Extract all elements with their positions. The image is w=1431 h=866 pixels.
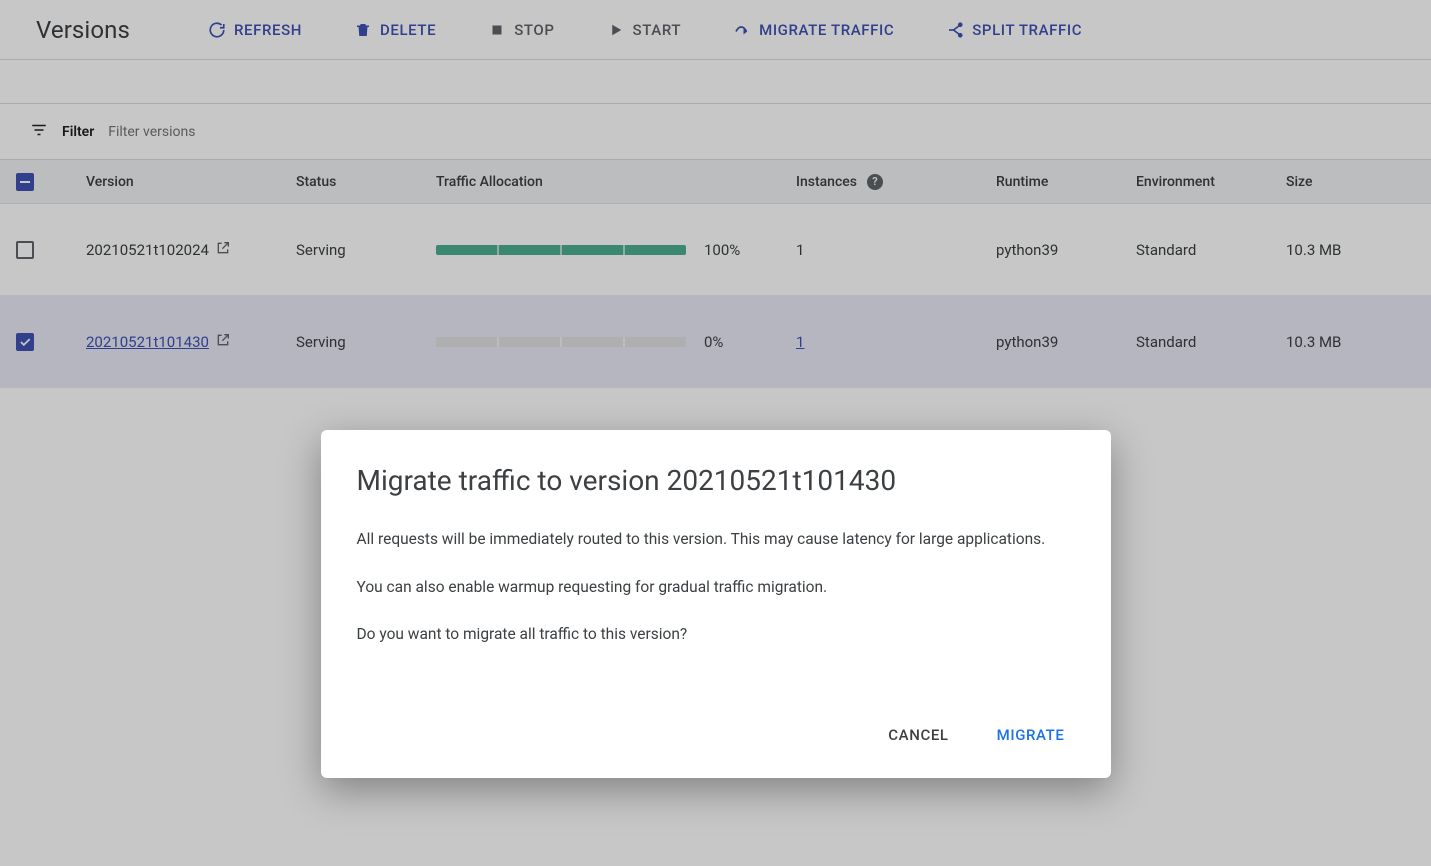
page-title: Versions (36, 16, 130, 44)
col-environment[interactable]: Environment (1136, 174, 1286, 190)
traffic-percent: 100% (704, 241, 740, 259)
versions-table: Version Status Traffic Allocation Instan… (0, 160, 1431, 388)
row-checkbox[interactable] (16, 333, 34, 351)
filter-label: Filter (62, 124, 94, 140)
status-cell: Serving (296, 333, 436, 351)
stop-button[interactable]: Stop (474, 13, 568, 47)
refresh-button[interactable]: Refresh (194, 13, 316, 47)
delete-label: Delete (380, 21, 436, 39)
col-size[interactable]: Size (1286, 174, 1396, 190)
traffic-percent: 0% (704, 333, 723, 351)
refresh-icon (208, 21, 226, 39)
dialog-paragraph: You can also enable warmup requesting fo… (357, 575, 1075, 601)
runtime-cell: python39 (996, 333, 1136, 351)
start-label: Start (633, 21, 682, 39)
instances-value[interactable]: 1 (796, 333, 804, 351)
col-status[interactable]: Status (296, 174, 436, 190)
col-traffic[interactable]: Traffic Allocation (436, 174, 796, 190)
migrate-traffic-dialog: Migrate traffic to version 20210521t1014… (321, 430, 1111, 778)
secondary-bar (0, 60, 1431, 104)
migrate-label: Migrate Traffic (759, 21, 894, 39)
play-icon (607, 21, 625, 39)
split-icon (946, 21, 964, 39)
dialog-title: Migrate traffic to version 20210521t1014… (357, 464, 1075, 497)
traffic-bar (436, 337, 686, 347)
delete-button[interactable]: Delete (340, 13, 450, 47)
col-version[interactable]: Version (86, 174, 296, 190)
traffic-bar (436, 245, 686, 255)
size-cell: 10.3 MB (1286, 333, 1396, 351)
status-cell: Serving (296, 241, 436, 259)
migrate-icon (733, 21, 751, 39)
dialog-paragraph: All requests will be immediately routed … (357, 527, 1075, 553)
toolbar: Versions Refresh Delete Stop Start Migra… (0, 0, 1431, 60)
split-label: Split Traffic (972, 21, 1082, 39)
cancel-button[interactable]: Cancel (878, 718, 958, 752)
table-header-row: Version Status Traffic Allocation Instan… (0, 160, 1431, 204)
instances-value: 1 (796, 241, 804, 259)
migrate-confirm-button[interactable]: Migrate (987, 718, 1075, 752)
refresh-label: Refresh (234, 21, 302, 39)
select-all-checkbox[interactable] (16, 173, 34, 191)
version-link[interactable]: 20210521t102024 (86, 241, 209, 259)
trash-icon (354, 21, 372, 39)
migrate-traffic-button[interactable]: Migrate Traffic (719, 13, 908, 47)
external-link-icon[interactable] (215, 332, 231, 352)
dialog-paragraph: Do you want to migrate all traffic to th… (357, 622, 1075, 648)
filter-bar: Filter (0, 104, 1431, 160)
external-link-icon[interactable] (215, 240, 231, 260)
stop-label: Stop (514, 21, 554, 39)
filter-input[interactable] (108, 124, 408, 140)
row-checkbox[interactable] (16, 241, 34, 259)
environment-cell: Standard (1136, 241, 1286, 259)
version-link[interactable]: 20210521t101430 (86, 333, 209, 351)
environment-cell: Standard (1136, 333, 1286, 351)
split-traffic-button[interactable]: Split Traffic (932, 13, 1096, 47)
size-cell: 10.3 MB (1286, 241, 1396, 259)
runtime-cell: python39 (996, 241, 1136, 259)
stop-icon (488, 21, 506, 39)
col-runtime[interactable]: Runtime (996, 174, 1136, 190)
table-row[interactable]: 20210521t102024 Serving 100% 1 python39Stand… (0, 204, 1431, 296)
start-button[interactable]: Start (593, 13, 696, 47)
table-row[interactable]: 20210521t101430 Serving 0% 1 python39Standar… (0, 296, 1431, 388)
col-instances[interactable]: Instances ? (796, 174, 996, 190)
filter-icon (30, 121, 48, 143)
help-icon[interactable]: ? (867, 174, 883, 190)
